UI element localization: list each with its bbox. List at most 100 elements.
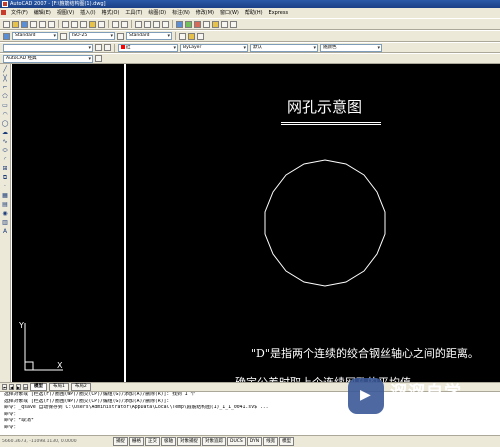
tab-layout1[interactable]: 布局1 [49, 383, 69, 391]
lineweight-toggle[interactable]: 线宽 [263, 437, 279, 446]
workspace-select[interactable]: AutoCAD 经典 [3, 54, 93, 63]
watermark: 溜溜自学 ZIXUE.3D66.COM [348, 374, 498, 426]
title-underline [281, 124, 381, 125]
menu-help[interactable]: 帮助(H) [242, 8, 266, 18]
linetype-select[interactable]: ByLayer [180, 43, 248, 52]
dim-style-icon[interactable] [60, 32, 67, 40]
tool-palettes-icon[interactable] [194, 20, 201, 28]
cursor-coordinates[interactable]: 5660.3673, -11098.1130, 0.0000 [2, 439, 112, 444]
ellipse-arc-icon[interactable]: ◜ [1, 156, 9, 163]
tab-model[interactable]: 模型 [30, 383, 47, 391]
zoom-previous-icon[interactable] [162, 20, 169, 28]
publish-icon[interactable] [48, 20, 55, 28]
layer-state-icon[interactable] [188, 32, 195, 40]
zoom-window-icon[interactable] [153, 20, 160, 28]
quickcalc-icon[interactable] [221, 20, 228, 28]
lineweight-select[interactable]: 默认 [250, 43, 318, 52]
layer-previous-icon[interactable] [104, 44, 111, 51]
menu-file[interactable]: 文件(F) [8, 8, 31, 18]
dim-style-select[interactable]: ISO-25 [69, 32, 115, 40]
plot-preview-icon[interactable] [39, 20, 46, 28]
mesh-hole-circle[interactable] [255, 158, 395, 288]
rectangle-icon[interactable]: ▭ [1, 102, 9, 109]
circle-entity [264, 159, 386, 287]
otrack-toggle[interactable]: 对象追踪 [202, 437, 226, 446]
make-current-layer-icon[interactable] [95, 44, 102, 51]
menu-draw[interactable]: 绘图(D) [145, 8, 169, 18]
menu-insert[interactable]: 插入(I) [77, 8, 98, 18]
paste-icon[interactable] [80, 20, 87, 28]
help-icon[interactable] [230, 20, 237, 28]
text-style-icon[interactable] [3, 32, 10, 40]
menu-window[interactable]: 窗口(W) [217, 8, 242, 18]
save-icon[interactable] [21, 20, 28, 28]
markup-icon[interactable] [212, 20, 219, 28]
document-icon[interactable] [1, 10, 6, 15]
point-icon[interactable]: · [1, 183, 9, 190]
polar-toggle[interactable]: 极轴 [161, 437, 176, 446]
copy-icon[interactable] [71, 20, 78, 28]
menu-view[interactable]: 视图(V) [54, 8, 77, 18]
menu-dimension[interactable]: 标注(N) [169, 8, 193, 18]
plot-style-select[interactable]: 随颜色 [320, 43, 382, 52]
redo-icon[interactable] [121, 20, 128, 28]
circle-icon[interactable]: ◯ [1, 120, 9, 127]
spline-icon[interactable]: ∿ [1, 138, 9, 145]
polygon-icon[interactable]: ⬠ [1, 93, 9, 100]
table-style-select[interactable]: Standard [126, 32, 172, 40]
region-icon[interactable]: ◉ [1, 210, 9, 217]
table-icon[interactable]: ▥ [1, 219, 9, 226]
undo-icon[interactable] [112, 20, 119, 28]
layer-manager-icon[interactable] [179, 32, 186, 40]
insert-block-icon[interactable]: ⊞ [1, 165, 9, 172]
table-style-icon[interactable] [117, 32, 124, 40]
plot-icon[interactable] [30, 20, 37, 28]
revision-cloud-icon[interactable]: ☁ [1, 129, 9, 136]
ellipse-icon[interactable]: ⬭ [1, 147, 9, 154]
gradient-icon[interactable]: ▤ [1, 201, 9, 208]
menu-edit[interactable]: 编辑(E) [31, 8, 54, 18]
pan-icon[interactable] [135, 20, 142, 28]
drawing-description[interactable]: "D"是指两个连续的绞合钢丝轴心之间的距离。 [251, 345, 479, 361]
autocad-app-icon[interactable] [2, 1, 8, 7]
zoom-realtime-icon[interactable] [144, 20, 151, 28]
grid-toggle[interactable]: 栅格 [129, 437, 144, 446]
ortho-toggle[interactable]: 正交 [145, 437, 160, 446]
menu-modify[interactable]: 修改(M) [193, 8, 217, 18]
prev-tab-icon[interactable]: ◀ [9, 384, 14, 390]
polyline-icon[interactable]: ⌐ [1, 84, 9, 91]
model-toggle[interactable]: 模型 [279, 437, 295, 446]
cut-icon[interactable] [62, 20, 69, 28]
new-icon[interactable] [3, 20, 10, 28]
ducs-toggle[interactable]: DUCS [227, 437, 246, 446]
arc-icon[interactable]: ◠ [1, 111, 9, 118]
hatch-icon[interactable]: ▦ [1, 192, 9, 199]
make-block-icon[interactable]: ⧉ [1, 174, 9, 181]
open-icon[interactable] [12, 20, 19, 28]
drawing-title[interactable]: 网孔示意图 [287, 96, 362, 117]
snap-toggle[interactable]: 捕捉 [113, 437, 128, 446]
last-tab-icon[interactable]: ⏭ [23, 384, 28, 390]
block-editor-icon[interactable] [98, 20, 105, 28]
text-style-select[interactable]: Standard [12, 32, 58, 40]
match-properties-icon[interactable] [89, 20, 96, 28]
construction-line-icon[interactable]: ╳ [1, 75, 9, 82]
drawing-canvas[interactable]: 网孔示意图 "D"是指两个连续的绞合钢丝轴心之间的距离。 确定公差时取上个连续网… [11, 64, 500, 382]
dyn-toggle[interactable]: DYN [246, 437, 263, 446]
layer-select[interactable] [3, 43, 93, 52]
layer-previous-icon[interactable] [197, 32, 204, 40]
multiline-text-icon[interactable]: A [1, 228, 9, 235]
first-tab-icon[interactable]: ⏮ [2, 384, 7, 390]
workspace-settings-icon[interactable] [95, 55, 102, 62]
tab-layout2[interactable]: 布局2 [70, 383, 91, 391]
color-select[interactable]: 红 [118, 43, 178, 52]
design-center-icon[interactable] [185, 20, 192, 28]
line-icon[interactable]: ╱ [1, 66, 9, 73]
menu-format[interactable]: 格式(O) [99, 8, 123, 18]
osnap-toggle[interactable]: 对象捕捉 [177, 437, 201, 446]
menu-tools[interactable]: 工具(T) [122, 8, 145, 18]
properties-icon[interactable] [176, 20, 183, 28]
sheet-set-icon[interactable] [203, 20, 210, 28]
menu-express[interactable]: Express [266, 8, 292, 18]
next-tab-icon[interactable]: ▶ [16, 384, 21, 390]
